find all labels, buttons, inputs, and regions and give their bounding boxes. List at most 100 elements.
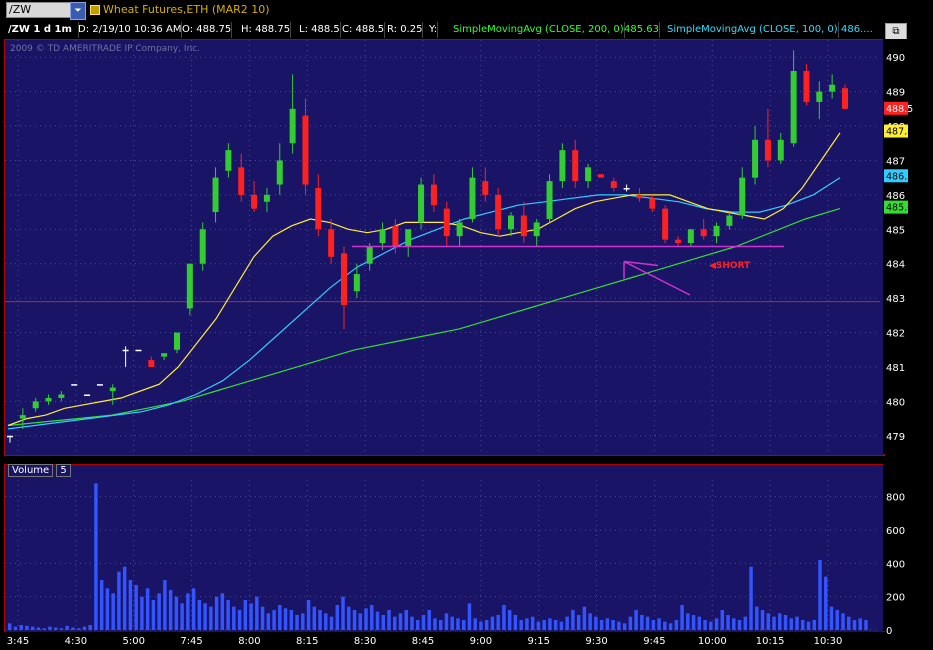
candle-body <box>32 401 39 409</box>
time-tick-label: 9:30 <box>585 636 607 647</box>
volume-tick-label: 600 <box>886 526 905 537</box>
volume-bar <box>513 615 518 630</box>
volume-bar <box>197 600 202 630</box>
volume-bar <box>59 628 64 630</box>
volume-bar <box>507 610 512 630</box>
candle-body <box>148 360 155 367</box>
volume-tick-label: 800 <box>886 493 905 504</box>
time-tick-label: 8:15 <box>296 636 318 647</box>
time-tick-label: 8:45 <box>412 636 434 647</box>
volume-bar <box>628 616 633 630</box>
volume-bar <box>105 588 110 630</box>
volume-bar <box>565 616 569 630</box>
volume-bar <box>496 615 500 630</box>
candle-body <box>585 167 592 182</box>
candle-body <box>559 150 566 182</box>
volume-bar <box>461 620 466 630</box>
volume-bar <box>393 616 397 630</box>
volume-bar <box>778 613 782 630</box>
volume-bar <box>490 616 495 630</box>
volume-bar <box>697 616 702 630</box>
volume-bar <box>341 596 345 630</box>
volume-bar <box>663 621 667 630</box>
short-annotation-text: SHORT <box>715 261 751 271</box>
candle-body <box>263 194 270 202</box>
volume-bar <box>53 627 58 630</box>
candle-body <box>623 187 630 190</box>
volume-bar <box>726 615 730 630</box>
volume-bar <box>134 585 138 630</box>
candle-body <box>726 215 733 226</box>
candle-body <box>186 263 193 309</box>
volume-bar <box>668 623 673 630</box>
candle-body <box>302 115 309 185</box>
candle-body <box>482 181 489 195</box>
volume-bar <box>571 610 575 630</box>
candle-body <box>495 194 502 230</box>
price-tick-label: 485 <box>886 225 905 236</box>
volume-bar <box>439 620 443 630</box>
price-tick-label: 484 <box>886 260 905 271</box>
candle-body <box>687 229 694 244</box>
volume-bar <box>226 600 230 630</box>
volume-bar <box>283 608 288 630</box>
candle-body <box>238 167 245 195</box>
price-tick-label: 486 <box>886 191 905 202</box>
volume-bar <box>450 616 454 630</box>
volume-bar <box>8 623 12 630</box>
volume-bar <box>645 616 650 630</box>
candle-body <box>276 160 283 185</box>
volume-bar <box>772 616 776 630</box>
volume-bar <box>812 620 816 630</box>
volume-bar <box>352 610 357 630</box>
candle-body <box>508 215 514 230</box>
time-tick-label: 10:15 <box>756 636 785 647</box>
volume-bar <box>318 610 322 630</box>
candle-body <box>572 150 579 182</box>
volume-bar <box>835 610 839 630</box>
volume-bar <box>237 610 242 630</box>
candle-body <box>392 225 399 247</box>
volume-bar <box>749 566 753 630</box>
volume-bar <box>186 593 190 630</box>
time-tick-label: 5:00 <box>122 636 144 647</box>
volume-bar <box>370 605 374 630</box>
sma-yellow-line <box>7 132 841 427</box>
candle-body <box>546 181 553 219</box>
volume-bar <box>605 618 610 630</box>
volume-bar <box>559 621 564 630</box>
volume-bar <box>375 611 380 630</box>
volume-bar <box>289 610 294 630</box>
price-badge-label: 488.5 <box>886 104 913 115</box>
volume-bar <box>542 620 546 630</box>
candle-body <box>597 174 604 178</box>
volume-bar <box>473 618 477 630</box>
candle-body <box>430 184 437 206</box>
candle-body <box>161 353 168 357</box>
volume-bar <box>364 608 368 630</box>
volume-bar <box>335 605 340 630</box>
annotation-arrow-line <box>623 260 691 296</box>
volume-bar <box>398 613 403 630</box>
time-tick-label: 8:00 <box>238 636 260 647</box>
price-tick-label: 480 <box>886 397 905 408</box>
candle-body <box>764 139 771 161</box>
volume-bar <box>157 593 161 630</box>
volume-bar <box>427 610 431 630</box>
candle-body <box>790 70 797 144</box>
volume-bar <box>525 618 529 630</box>
volume-bar <box>456 618 460 630</box>
volume-study-label[interactable]: Volume 5 <box>8 464 71 477</box>
volume-bar <box>651 620 656 630</box>
volume-bar <box>760 610 765 630</box>
volume-bar <box>214 596 219 630</box>
candle-body <box>443 208 450 237</box>
volume-bar <box>260 606 265 630</box>
time-tick-label: 10:30 <box>814 636 843 647</box>
volume-bar <box>433 618 437 630</box>
candle-body <box>456 222 463 237</box>
volume-bar <box>795 616 799 630</box>
volume-tick-label: 400 <box>886 559 905 570</box>
volume-bar <box>714 618 719 630</box>
time-tick-label: 9:00 <box>470 636 492 647</box>
